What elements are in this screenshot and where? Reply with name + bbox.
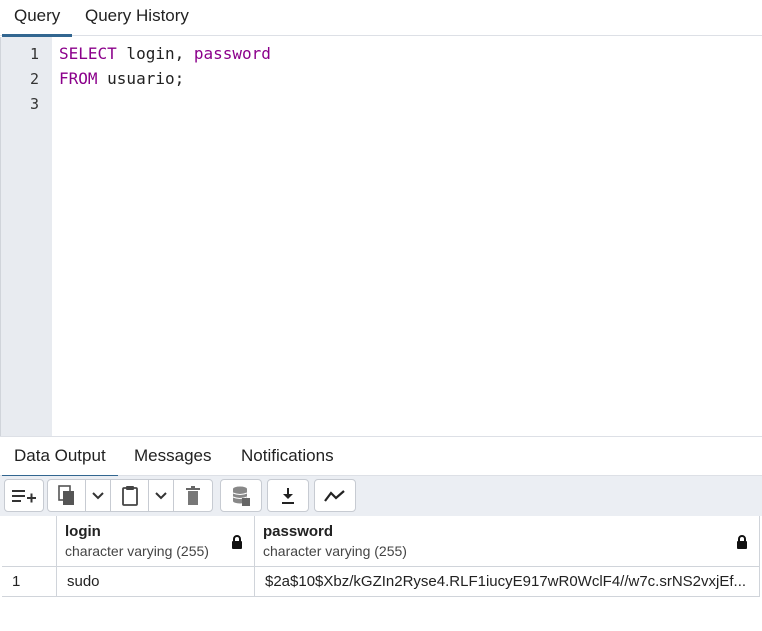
- line-number: 3: [29, 95, 39, 113]
- chevron-down-icon: [155, 491, 167, 499]
- copy-options-button[interactable]: [85, 480, 110, 511]
- data-output-toolbar: [0, 476, 762, 516]
- chevron-down-icon: [92, 491, 104, 499]
- sql-text: usuario;: [97, 69, 185, 88]
- cell-login[interactable]: sudo: [57, 567, 255, 597]
- column-type: character varying (255): [65, 543, 209, 559]
- graph-icon: [324, 489, 345, 502]
- sql-keyword: SELECT: [59, 44, 117, 63]
- tab-query[interactable]: Query: [2, 0, 73, 37]
- cell-value: $2a$10$Xbz/kGZIn2Ryse4.RLF1iucyE917wR0Wc…: [265, 573, 747, 590]
- lock-icon: [737, 535, 747, 549]
- column-header-password[interactable]: password character varying (255): [255, 516, 760, 566]
- copy-icon: [57, 484, 74, 505]
- paste-options-button[interactable]: [148, 480, 173, 511]
- tab-messages[interactable]: Messages: [122, 437, 223, 477]
- code-line-1[interactable]: SELECT login, password: [59, 44, 271, 63]
- row-number-cell[interactable]: 1: [2, 567, 57, 597]
- download-group: [267, 479, 309, 512]
- sql-keyword: FROM: [59, 69, 98, 88]
- sql-text: login,: [116, 44, 194, 63]
- row-number: 1: [12, 573, 21, 590]
- row-number-header[interactable]: [2, 516, 57, 566]
- copy-paste-group: [47, 479, 213, 512]
- cell-value: sudo: [67, 573, 100, 590]
- copy-button[interactable]: [48, 480, 85, 511]
- lock-icon: [232, 535, 242, 549]
- table-row[interactable]: 1 sudo $2a$10$Xbz/kGZIn2Ryse4.RLF1iucyE9…: [2, 567, 760, 597]
- graph-visualiser-group: [314, 479, 356, 512]
- sql-editor[interactable]: 1 2 3 SELECT login, password FROM usuari…: [0, 37, 762, 436]
- add-row-button[interactable]: [5, 480, 43, 511]
- column-name: password: [263, 523, 334, 540]
- download-icon: [282, 487, 294, 504]
- line-number: 2: [29, 70, 39, 88]
- tab-data-output[interactable]: Data Output: [2, 437, 118, 478]
- code-line-2[interactable]: FROM usuario;: [59, 69, 184, 88]
- delete-icon: [186, 485, 200, 505]
- graph-visualiser-button[interactable]: [315, 480, 355, 511]
- column-name: login: [65, 523, 101, 540]
- save-data-group: [220, 479, 262, 512]
- cell-password[interactable]: $2a$10$Xbz/kGZIn2Ryse4.RLF1iucyE917wR0Wc…: [255, 567, 760, 597]
- tab-query-history[interactable]: Query History: [73, 0, 201, 36]
- paste-icon: [121, 485, 138, 506]
- query-tabbar: Query Query History: [0, 0, 762, 37]
- grid-header-row: login character varying (255) password c…: [2, 516, 760, 567]
- download-button[interactable]: [268, 480, 308, 511]
- results-tabbar: Data Output Messages Notifications: [0, 436, 762, 478]
- paste-button[interactable]: [110, 480, 148, 511]
- delete-button[interactable]: [173, 480, 212, 511]
- save-data-button[interactable]: [221, 480, 261, 511]
- column-header-login[interactable]: login character varying (255): [57, 516, 255, 566]
- add-row-group: [4, 479, 44, 512]
- sql-keyword: password: [193, 44, 271, 63]
- line-number: 1: [29, 45, 39, 63]
- add-row-icon: [12, 489, 36, 502]
- save-data-icon: [232, 486, 250, 506]
- line-number-gutter: 1 2 3: [0, 37, 52, 436]
- results-grid: login character varying (255) password c…: [0, 516, 762, 631]
- tab-notifications[interactable]: Notifications: [229, 437, 346, 477]
- column-type: character varying (255): [263, 543, 407, 559]
